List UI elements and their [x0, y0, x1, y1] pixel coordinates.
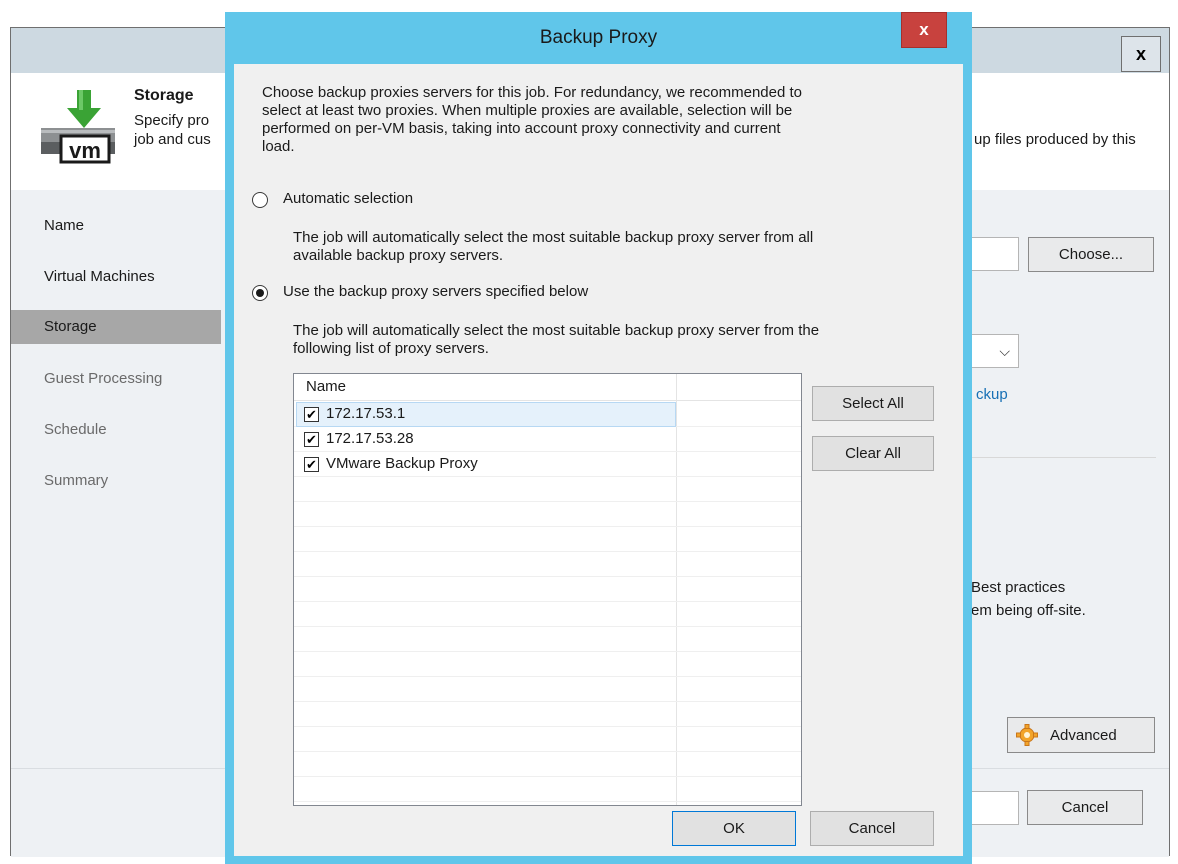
- chevron-down-icon: ⌵: [999, 342, 1010, 359]
- row-checkbox[interactable]: ✔: [304, 432, 319, 447]
- advanced-button-label: Advanced: [1050, 726, 1117, 744]
- nav-item-guest-processing[interactable]: Guest Processing: [11, 362, 221, 396]
- empty-row: [294, 527, 801, 552]
- best-practices-text: em being off-site.: [971, 602, 1086, 619]
- empty-row: [294, 627, 801, 652]
- cancel-button[interactable]: Cancel: [810, 811, 934, 846]
- divider: [964, 457, 1156, 458]
- automatic-selection-label[interactable]: Automatic selection: [283, 190, 413, 208]
- empty-row: [294, 677, 801, 702]
- empty-row: [294, 477, 801, 502]
- select-all-button[interactable]: Select All: [812, 386, 934, 421]
- table-row[interactable]: ✔ 172.17.53.28: [294, 427, 801, 452]
- proxy-name: 172.17.53.28: [326, 430, 414, 447]
- clear-all-button[interactable]: Clear All: [812, 436, 934, 471]
- proxy-name: 172.17.53.1: [326, 405, 406, 422]
- automatic-selection-radio[interactable]: [252, 192, 268, 208]
- proxy-list-table[interactable]: Name ✔ 172.17.53.1 ✔ 172.17.53.28 ✔ VMwa…: [293, 373, 802, 806]
- table-header: Name: [294, 374, 801, 401]
- empty-row: [294, 602, 801, 627]
- table-row[interactable]: ✔ 172.17.53.1: [294, 402, 801, 427]
- svg-text:vm: vm: [69, 138, 101, 163]
- repository-dropdown[interactable]: ⌵: [964, 334, 1019, 368]
- wizard-step-description: Specify pro: [134, 112, 210, 129]
- empty-row: [294, 752, 801, 777]
- specified-proxies-label[interactable]: Use the backup proxy servers specified b…: [283, 283, 588, 301]
- vm-storage-logo-icon: vm: [39, 88, 119, 164]
- wizard-close-button[interactable]: x: [1121, 36, 1161, 72]
- ok-button[interactable]: OK: [672, 811, 796, 846]
- empty-row: [294, 727, 801, 752]
- nav-item-virtual-machines[interactable]: Virtual Machines: [11, 260, 221, 294]
- empty-row: [294, 702, 801, 727]
- dialog-content: Choose backup proxies servers for this j…: [234, 64, 963, 856]
- specified-proxies-radio[interactable]: [252, 285, 268, 301]
- row-checkbox[interactable]: ✔: [304, 457, 319, 472]
- wizard-cancel-button[interactable]: Cancel: [1027, 790, 1143, 825]
- automatic-selection-description: The job will automatically select the mo…: [293, 229, 814, 264]
- gear-icon: [1016, 724, 1038, 746]
- proxy-name: VMware Backup Proxy: [326, 455, 478, 472]
- empty-row: [294, 502, 801, 527]
- empty-row: [294, 552, 801, 577]
- dialog-title: Backup Proxy: [539, 27, 658, 48]
- wizard-step-description: up files produced by this: [974, 131, 1136, 148]
- wizard-step-description: job and cus: [134, 131, 211, 148]
- backup-proxy-dialog: Backup Proxy x Choose backup proxies ser…: [225, 12, 972, 864]
- specified-proxies-description: The job will automatically select the mo…: [293, 322, 820, 357]
- column-header-name[interactable]: Name: [306, 378, 346, 395]
- nav-item-storage[interactable]: Storage: [11, 310, 221, 344]
- table-row[interactable]: ✔ VMware Backup Proxy: [294, 452, 801, 477]
- choose-button[interactable]: Choose...: [1028, 237, 1154, 272]
- advanced-button[interactable]: Advanced: [1007, 717, 1155, 753]
- repository-link[interactable]: ckup: [976, 386, 1008, 403]
- empty-row: [294, 777, 801, 802]
- best-practices-text: Best practices: [971, 579, 1066, 596]
- empty-row: [294, 577, 801, 602]
- intro-text: Choose backup proxies servers for this j…: [262, 84, 802, 155]
- row-checkbox[interactable]: ✔: [304, 407, 319, 422]
- nav-item-name[interactable]: Name: [11, 209, 221, 243]
- nav-item-schedule[interactable]: Schedule: [11, 413, 221, 447]
- finish-button[interactable]: [964, 791, 1019, 825]
- wizard-step-title: Storage: [134, 87, 194, 104]
- dialog-close-button[interactable]: x: [901, 12, 947, 48]
- nav-item-summary[interactable]: Summary: [11, 464, 221, 498]
- empty-row: [294, 652, 801, 677]
- backup-proxy-field[interactable]: [964, 237, 1019, 271]
